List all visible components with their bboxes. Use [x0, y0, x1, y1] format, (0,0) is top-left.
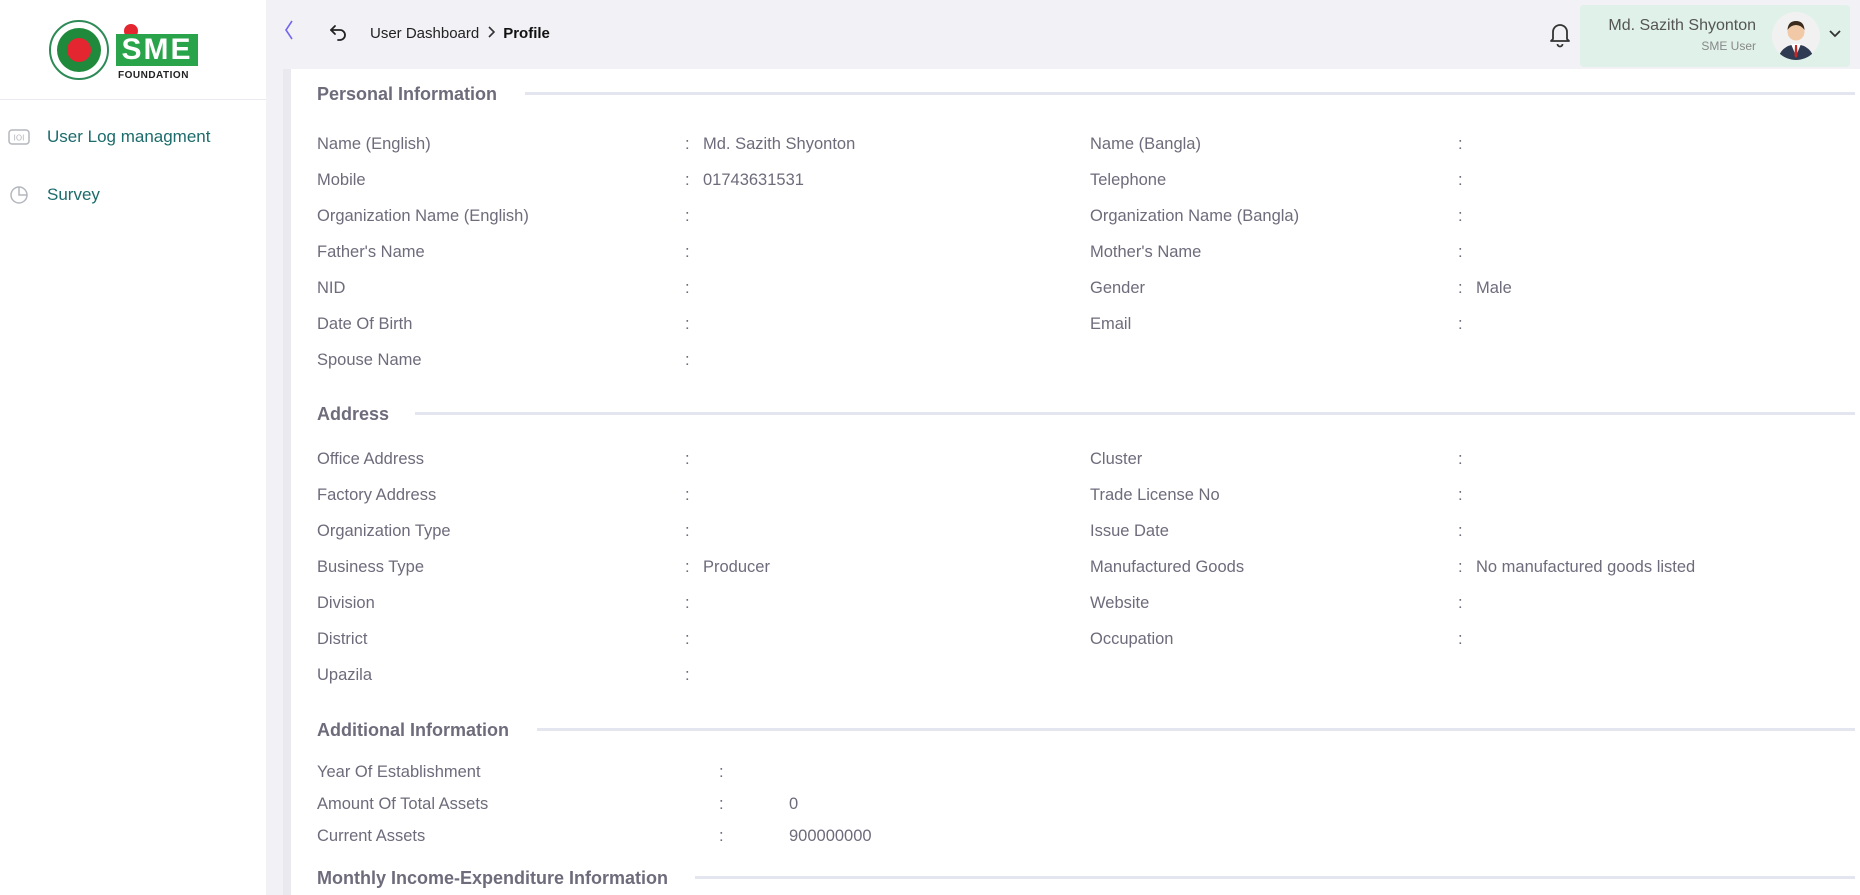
- field-value: Md. Sazith Shyonton: [703, 135, 856, 153]
- field-colon: :: [685, 171, 690, 189]
- field-label: Issue Date: [1090, 522, 1169, 540]
- field-value: 01743631531: [703, 171, 804, 189]
- field-label: Trade License No: [1090, 486, 1220, 504]
- field-colon: :: [685, 522, 690, 540]
- field-label: Name (Bangla): [1090, 135, 1201, 153]
- field-label: Gender: [1090, 279, 1146, 297]
- field-label: Year Of Establishment: [317, 763, 481, 781]
- logo-area: SME FOUNDATION: [0, 0, 266, 100]
- breadcrumb-current: Profile: [503, 25, 550, 42]
- field-colon: :: [685, 594, 690, 612]
- sidebar: SME FOUNDATION IOI User Log managment Su…: [0, 0, 266, 895]
- field-label: Amount Of Total Assets: [317, 795, 489, 813]
- breadcrumb-parent[interactable]: User Dashboard: [370, 25, 479, 42]
- sme-foundation-logo[interactable]: SME FOUNDATION: [116, 20, 200, 81]
- field-colon: :: [1458, 171, 1463, 189]
- field-value: 900000000: [789, 827, 872, 845]
- field-colon: :: [685, 315, 690, 333]
- pie-chart-icon: [8, 186, 30, 204]
- field-label: Date Of Birth: [317, 315, 413, 333]
- field-label: Division: [317, 594, 375, 612]
- field-colon: :: [1458, 450, 1463, 468]
- field-label: Mobile: [317, 171, 366, 189]
- field-colon: :: [685, 207, 690, 225]
- field-label: Office Address: [317, 450, 425, 468]
- field-value: Male: [1476, 279, 1512, 297]
- section-title-monthly: Monthly Income-Expenditure Information: [317, 868, 669, 888]
- field-label: Cluster: [1090, 450, 1143, 468]
- field-value: Producer: [703, 558, 770, 576]
- sidebar-item-survey[interactable]: Survey: [0, 166, 266, 224]
- field-value: 0: [789, 795, 799, 813]
- bell-icon[interactable]: [1548, 20, 1572, 53]
- user-name: Md. Sazith Shyonton: [1608, 17, 1756, 34]
- field-label: Business Type: [317, 558, 425, 576]
- field-label: Manufactured Goods: [1090, 558, 1245, 576]
- field-label: District: [317, 630, 368, 648]
- user-role: SME User: [1701, 39, 1756, 53]
- section-divider: [537, 728, 1855, 731]
- field-colon: :: [1458, 279, 1463, 297]
- field-label: Current Assets: [317, 827, 426, 845]
- field-label: Occupation: [1090, 630, 1174, 648]
- profile-card: Personal Information Name (English) : Md…: [283, 69, 1860, 895]
- field-colon: :: [1458, 558, 1463, 576]
- field-label: Mother's Name: [1090, 243, 1202, 261]
- field-label: NID: [317, 279, 346, 297]
- field-label: Organization Name (Bangla): [1090, 207, 1300, 225]
- field-label: Spouse Name: [317, 351, 422, 369]
- sidebar-item-user-log[interactable]: IOI User Log managment: [0, 108, 266, 166]
- back-arrow-icon[interactable]: [328, 22, 348, 47]
- field-colon: :: [685, 486, 690, 504]
- svg-text:IOI: IOI: [13, 134, 24, 143]
- logo-subtitle: FOUNDATION: [118, 70, 189, 81]
- section-divider: [525, 92, 1855, 95]
- field-colon: :: [719, 763, 724, 781]
- field-colon: :: [685, 279, 690, 297]
- field-colon: :: [685, 450, 690, 468]
- government-emblem-logo: [49, 20, 109, 80]
- avatar[interactable]: [1772, 12, 1820, 60]
- field-colon: :: [685, 135, 690, 153]
- field-colon: :: [685, 666, 690, 684]
- log-icon: IOI: [8, 128, 30, 146]
- field-colon: :: [1458, 486, 1463, 504]
- field-label: Organization Name (English): [317, 207, 529, 225]
- sidebar-item-label: Survey: [47, 185, 100, 204]
- field-label: Factory Address: [317, 486, 437, 504]
- field-colon: :: [685, 630, 690, 648]
- field-colon: :: [1458, 135, 1463, 153]
- field-label: Organization Type: [317, 522, 451, 540]
- section-title-personal: Personal Information: [317, 84, 498, 104]
- field-colon: :: [719, 795, 724, 813]
- field-label: Upazila: [317, 666, 373, 684]
- section-title-additional: Additional Information: [317, 720, 509, 740]
- field-colon: :: [1458, 315, 1463, 333]
- field-value: No manufactured goods listed: [1476, 558, 1696, 576]
- field-colon: :: [719, 827, 724, 845]
- chevron-down-icon[interactable]: [1828, 26, 1842, 44]
- section-divider: [415, 412, 1855, 415]
- field-colon: :: [1458, 594, 1463, 612]
- field-colon: :: [1458, 207, 1463, 225]
- field-colon: :: [685, 351, 690, 369]
- collapse-sidebar-icon[interactable]: [282, 18, 296, 51]
- sidebar-nav: IOI User Log managment Survey: [0, 108, 266, 224]
- chevron-right-icon: [487, 25, 496, 42]
- field-colon: :: [1458, 630, 1463, 648]
- section-title-address: Address: [317, 404, 390, 424]
- field-label: Father's Name: [317, 243, 425, 261]
- field-colon: :: [685, 243, 690, 261]
- field-label: Name (English): [317, 135, 431, 153]
- logo-word: SME: [116, 34, 198, 66]
- section-divider: [695, 876, 1855, 879]
- field-colon: :: [685, 558, 690, 576]
- field-label: Website: [1090, 594, 1150, 612]
- field-label: Email: [1090, 315, 1132, 333]
- breadcrumb: User Dashboard Profile: [370, 25, 550, 42]
- sidebar-item-label: User Log managment: [47, 127, 211, 146]
- field-colon: :: [1458, 243, 1463, 261]
- field-label: Telephone: [1090, 171, 1167, 189]
- field-colon: :: [1458, 522, 1463, 540]
